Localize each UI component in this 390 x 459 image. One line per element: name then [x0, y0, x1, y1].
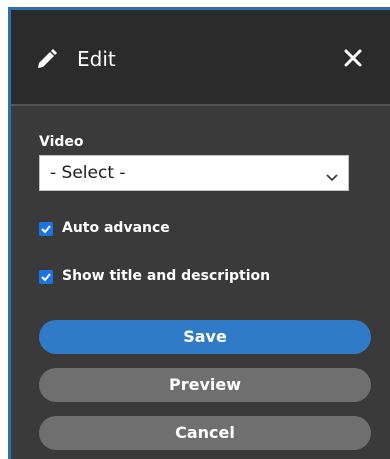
- video-select-value: - Select -: [50, 163, 126, 183]
- auto-advance-checkbox[interactable]: Auto advance: [39, 220, 239, 238]
- show-title-description-label: Show title and description: [62, 268, 271, 284]
- close-icon[interactable]: [341, 46, 365, 70]
- save-button[interactable]: Save: [39, 320, 371, 354]
- checkbox-checked-icon: [39, 222, 53, 236]
- dialog-body: Video - Select - Auto advance Show title…: [11, 106, 390, 459]
- preview-button[interactable]: Preview: [39, 368, 371, 402]
- show-title-description-checkbox[interactable]: Show title and description: [39, 268, 299, 286]
- pencil-icon: [35, 47, 59, 71]
- video-select[interactable]: - Select -: [39, 155, 349, 191]
- chevron-down-icon: [326, 168, 338, 182]
- cancel-button[interactable]: Cancel: [39, 416, 371, 450]
- dialog-header: Edit: [11, 10, 390, 106]
- auto-advance-label: Auto advance: [62, 220, 170, 236]
- dialog-title: Edit: [77, 47, 116, 71]
- edit-dialog: Edit Video - Select - Auto advance Show …: [8, 7, 390, 459]
- video-label: Video: [39, 134, 84, 150]
- checkbox-checked-icon: [39, 270, 53, 284]
